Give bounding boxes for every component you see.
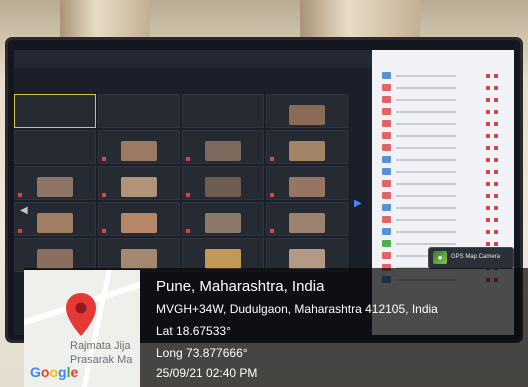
muted-mic-icon bbox=[102, 229, 106, 233]
participant-video bbox=[289, 249, 325, 269]
call-top-bar bbox=[14, 50, 374, 68]
video-tile[interactable] bbox=[266, 130, 348, 164]
participant-video bbox=[205, 213, 241, 233]
location-city: Pune, Maharashtra, India bbox=[156, 278, 325, 295]
video-tile[interactable] bbox=[98, 94, 180, 128]
muted-mic-icon bbox=[186, 193, 190, 197]
muted-mic-icon bbox=[18, 229, 22, 233]
location-address: MVGH+34W, Dudulgaon, Maharashtra 412105,… bbox=[156, 302, 438, 316]
video-tile[interactable] bbox=[182, 202, 264, 236]
location-latitude: Lat 18.67533° bbox=[156, 324, 231, 338]
video-tile[interactable] bbox=[182, 130, 264, 164]
video-tile[interactable] bbox=[182, 238, 264, 272]
video-tile[interactable] bbox=[98, 202, 180, 236]
participant-video bbox=[37, 213, 73, 233]
video-tile[interactable] bbox=[182, 94, 264, 128]
map-place-label: Rajmata Jija bbox=[70, 340, 131, 352]
video-tile[interactable] bbox=[98, 166, 180, 200]
next-page-arrow-icon[interactable]: ▶ bbox=[354, 198, 362, 209]
participant-video bbox=[289, 105, 325, 125]
location-pin-icon bbox=[66, 293, 96, 336]
video-tile[interactable] bbox=[14, 94, 96, 128]
video-tile[interactable] bbox=[14, 166, 96, 200]
video-tile[interactable] bbox=[14, 130, 96, 164]
location-datetime: 25/09/21 02:40 PM bbox=[156, 366, 258, 380]
muted-mic-icon bbox=[18, 193, 22, 197]
participant-video bbox=[205, 249, 241, 269]
muted-mic-icon bbox=[186, 157, 190, 161]
muted-mic-icon bbox=[270, 229, 274, 233]
muted-mic-icon bbox=[270, 157, 274, 161]
video-tile[interactable] bbox=[266, 202, 348, 236]
google-logo: Google bbox=[30, 364, 79, 380]
muted-mic-icon bbox=[102, 157, 106, 161]
video-tile[interactable] bbox=[266, 94, 348, 128]
participant-video bbox=[37, 177, 73, 197]
participant-video bbox=[289, 213, 325, 233]
video-tile[interactable] bbox=[266, 166, 348, 200]
participant-video bbox=[205, 177, 241, 197]
location-map-thumbnail: Rajmata Jija Prasarak Ma Google bbox=[24, 270, 140, 387]
muted-mic-icon bbox=[186, 229, 190, 233]
muted-mic-icon bbox=[102, 193, 106, 197]
prev-page-arrow-icon[interactable]: ◀ bbox=[20, 205, 28, 216]
video-tile[interactable] bbox=[266, 238, 348, 272]
map-place-label: Prasarak Ma bbox=[70, 354, 133, 366]
participant-video bbox=[121, 141, 157, 161]
video-tile[interactable] bbox=[14, 238, 96, 272]
location-longitude: Long 73.877666° bbox=[156, 346, 248, 360]
participant-video bbox=[289, 141, 325, 161]
participant-video bbox=[37, 249, 73, 269]
video-tile[interactable] bbox=[98, 238, 180, 272]
video-tile[interactable] bbox=[182, 166, 264, 200]
gps-camera-logo-icon: ● bbox=[433, 251, 447, 264]
muted-mic-icon bbox=[270, 193, 274, 197]
video-tile[interactable] bbox=[98, 130, 180, 164]
participant-video bbox=[289, 177, 325, 197]
gps-app-label: GPS Map Camera bbox=[451, 254, 501, 260]
gps-map-camera-badge: ● GPS Map Camera bbox=[428, 247, 514, 269]
participant-video bbox=[205, 141, 241, 161]
participant-video bbox=[121, 213, 157, 233]
participant-video bbox=[121, 177, 157, 197]
participant-video bbox=[121, 249, 157, 269]
